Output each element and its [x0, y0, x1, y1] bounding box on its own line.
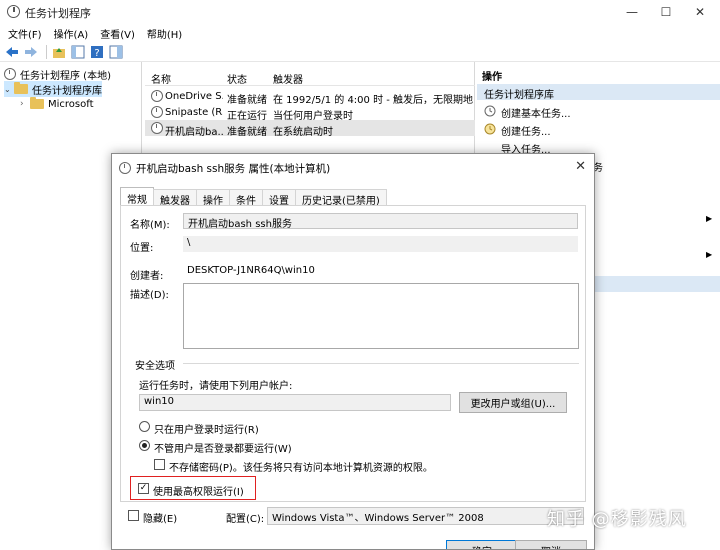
- clock-icon: [119, 162, 131, 174]
- description-textarea[interactable]: [183, 283, 579, 349]
- name-field[interactable]: 开机启动bash ssh服务: [183, 213, 578, 229]
- menu-action[interactable]: 操作(A): [54, 26, 89, 41]
- submenu-arrow-icon[interactable]: ▶: [706, 250, 712, 259]
- watermark: 知乎 @移影残风: [547, 509, 687, 530]
- table-row[interactable]: Snipaste (R... 正在运行 当任何用户登录时: [145, 104, 475, 122]
- author-value: DESKTOP-J1NR64Q\win10: [183, 264, 578, 280]
- tab-history[interactable]: 历史记录(已禁用): [295, 189, 387, 207]
- dialog-title: 开机启动bash ssh服务 属性(本地计算机): [136, 163, 331, 175]
- divider: [183, 363, 579, 364]
- menu-file[interactable]: 文件(F): [8, 26, 42, 41]
- user-account-field: win10: [139, 394, 451, 411]
- no-store-password-label: 不存储密码(P)。该任务将只有访问本地计算机资源的权限。: [169, 463, 433, 474]
- show-hide-pane-icon[interactable]: [70, 44, 86, 60]
- table-row[interactable]: 开机启动ba... 准备就绪 在系统启动时: [145, 120, 475, 138]
- title-bar: 任务计划程序 — ☐ ✕: [0, 0, 720, 24]
- dialog-tabs: 常规 触发器 操作 条件 设置 历史记录(已禁用): [120, 187, 387, 207]
- location-value: \: [183, 236, 578, 252]
- tab-conditions[interactable]: 条件: [229, 189, 263, 207]
- close-button[interactable]: ✕: [680, 0, 720, 24]
- tree-item-microsoft[interactable]: › Microsoft: [20, 96, 94, 112]
- no-store-password-checkbox[interactable]: [154, 459, 165, 470]
- chevron-down-icon[interactable]: ⌄: [4, 85, 14, 94]
- create-task-icon: [484, 123, 496, 135]
- clock-icon: [151, 122, 163, 134]
- general-tab-panel: 名称(M): 开机启动bash ssh服务 位置: \ 创建者: DESKTOP…: [120, 205, 586, 502]
- radio-run-logged-on[interactable]: [139, 421, 150, 432]
- list-header: 名称 状态 触发器: [145, 68, 475, 86]
- tree-item-library[interactable]: ⌄ 任务计划程序库: [4, 81, 102, 97]
- dialog-close-button[interactable]: ✕: [575, 159, 586, 174]
- location-label: 位置:: [130, 243, 154, 254]
- hidden-checkbox[interactable]: [128, 510, 139, 521]
- properties-pane-icon[interactable]: [108, 44, 124, 60]
- clock-icon: [151, 90, 163, 102]
- create-basic-task-icon: [484, 105, 496, 117]
- help-icon[interactable]: ?: [89, 44, 105, 60]
- table-row[interactable]: OneDrive S... 准备就绪 在 1992/5/1 的 4:00 时 -…: [145, 88, 475, 106]
- menu-help[interactable]: 帮助(H): [147, 26, 182, 41]
- column-status[interactable]: 状态: [227, 71, 247, 86]
- action-create-task[interactable]: 创建任务...: [501, 123, 551, 138]
- column-name[interactable]: 名称: [151, 71, 171, 86]
- cancel-button[interactable]: 取消: [515, 540, 587, 549]
- tab-general[interactable]: 常规: [120, 187, 154, 206]
- change-user-button[interactable]: 更改用户或组(U)...: [459, 392, 567, 413]
- app-title: 任务计划程序: [25, 7, 91, 20]
- configure-label: 配置(C):: [226, 514, 265, 525]
- menu-view[interactable]: 查看(V): [100, 26, 135, 41]
- name-label: 名称(M):: [130, 220, 170, 231]
- radio-run-whether[interactable]: [139, 440, 150, 451]
- properties-dialog: 开机启动bash ssh服务 属性(本地计算机) ✕ 常规 触发器 操作 条件 …: [111, 153, 595, 550]
- forward-arrow-icon[interactable]: [23, 44, 39, 60]
- clock-icon: [4, 68, 16, 80]
- configure-select[interactable]: Windows Vista™、Windows Server™ 2008: [267, 507, 584, 525]
- folder-icon: [30, 97, 44, 109]
- run-as-label: 运行任务时，请使用下列用户帐户:: [139, 381, 293, 392]
- actions-section-library[interactable]: 任务计划程序库: [477, 84, 720, 101]
- toolbar: ?: [0, 42, 720, 62]
- svg-text:?: ?: [94, 48, 99, 59]
- chevron-right-icon[interactable]: ›: [20, 99, 30, 109]
- author-label: 创建者:: [130, 271, 164, 282]
- hidden-label: 隐藏(E): [143, 514, 178, 525]
- menu-bar: 文件(F) 操作(A) 查看(V) 帮助(H): [0, 24, 720, 42]
- security-options-heading: 安全选项: [135, 361, 175, 372]
- highest-privileges-label: 使用最高权限运行(I): [153, 487, 244, 498]
- action-create-basic-task[interactable]: 创建基本任务...: [501, 105, 571, 120]
- column-trigger[interactable]: 触发器: [273, 71, 303, 86]
- folder-icon: [14, 82, 28, 94]
- toolbar-separator: [46, 44, 47, 59]
- submenu-arrow-icon[interactable]: ▶: [706, 214, 712, 223]
- up-folder-icon[interactable]: [51, 44, 67, 60]
- dialog-title-bar: 开机启动bash ssh服务 属性(本地计算机) ✕: [112, 154, 594, 181]
- tab-triggers[interactable]: 触发器: [153, 189, 197, 207]
- tab-actions[interactable]: 操作: [196, 189, 230, 207]
- description-label: 描述(D):: [130, 290, 169, 301]
- ok-button[interactable]: 确定: [446, 540, 518, 549]
- radio-run-whether-label: 不管用户是否登录都要运行(W): [154, 444, 292, 455]
- clock-icon: [151, 106, 163, 118]
- clock-icon: [7, 5, 20, 18]
- back-arrow-icon[interactable]: [4, 44, 20, 60]
- tab-settings[interactable]: 设置: [262, 189, 296, 207]
- tree-item-root[interactable]: 任务计划程序 (本地): [4, 66, 111, 82]
- highest-privileges-checkbox[interactable]: ✓: [138, 483, 149, 494]
- actions-header: 操作: [482, 72, 502, 83]
- radio-run-logged-on-label: 只在用户登录时运行(R): [154, 425, 259, 436]
